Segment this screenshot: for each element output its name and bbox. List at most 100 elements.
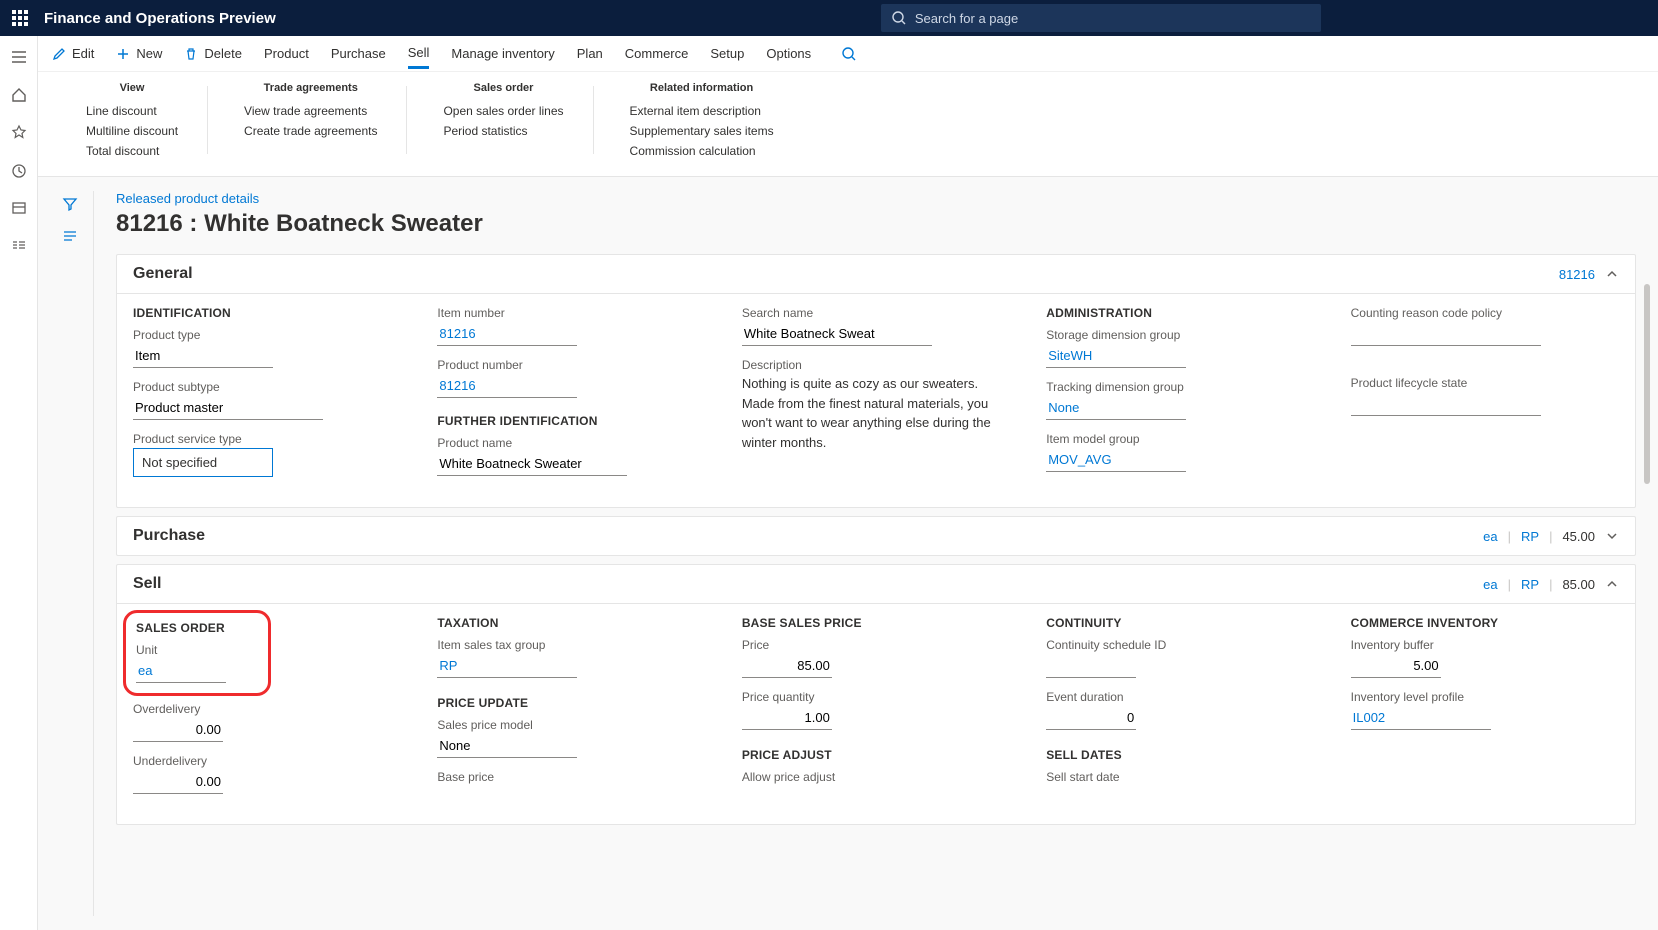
label-item-tax: Item sales tax group — [437, 638, 705, 652]
link-commission[interactable]: Commission calculation — [630, 144, 774, 158]
input-item-number[interactable] — [437, 322, 577, 346]
purchase-group: RP — [1521, 529, 1539, 544]
card-header-general[interactable]: General 81216 — [117, 255, 1635, 293]
modules-icon[interactable] — [10, 238, 28, 256]
link-period-stats[interactable]: Period statistics — [443, 124, 563, 138]
purchase-unit: ea — [1483, 529, 1497, 544]
input-product-number[interactable] — [437, 374, 577, 398]
link-multiline-discount[interactable]: Multiline discount — [86, 124, 178, 138]
link-create-trade[interactable]: Create trade agreements — [244, 124, 377, 138]
input-service-type[interactable]: Not specified — [133, 448, 273, 477]
label-counting-reason: Counting reason code policy — [1351, 306, 1619, 320]
sell-hdr-price: 85.00 — [1562, 577, 1595, 592]
input-product-type[interactable] — [133, 344, 273, 368]
input-price[interactable] — [742, 654, 832, 678]
sec-sales-order: SALES ORDER — [136, 621, 258, 635]
label-search-name: Search name — [742, 306, 1010, 320]
input-product-subtype[interactable] — [133, 396, 323, 420]
tab-setup[interactable]: Setup — [710, 46, 744, 61]
home-icon[interactable] — [10, 86, 28, 104]
workspace-icon[interactable] — [10, 200, 28, 218]
tab-plan[interactable]: Plan — [577, 46, 603, 61]
section-title-purchase: Purchase — [133, 527, 1483, 545]
label-storage-dim: Storage dimension group — [1046, 328, 1314, 342]
label-inventory-level: Inventory level profile — [1351, 690, 1619, 704]
card-header-sell[interactable]: Sell ea | RP | 85.00 — [117, 565, 1635, 603]
chevron-up-icon — [1605, 267, 1619, 281]
link-open-sales-lines[interactable]: Open sales order lines — [443, 104, 563, 118]
input-inventory-level[interactable] — [1351, 706, 1491, 730]
tab-purchase[interactable]: Purchase — [331, 46, 386, 61]
star-icon[interactable] — [10, 124, 28, 142]
label-base-price: Base price — [437, 770, 705, 784]
link-line-discount[interactable]: Line discount — [86, 104, 178, 118]
tab-options[interactable]: Options — [766, 46, 811, 61]
delete-label: Delete — [204, 46, 242, 61]
new-label: New — [136, 46, 162, 61]
filter-icon[interactable] — [61, 195, 79, 213]
sec-taxation: TAXATION — [437, 616, 705, 630]
tab-product[interactable]: Product — [264, 46, 309, 61]
app-header: Finance and Operations Preview — [0, 0, 1658, 36]
new-button[interactable]: New — [116, 46, 162, 61]
chevron-down-icon — [1605, 529, 1619, 543]
card-sell: Sell ea | RP | 85.00 SA — [116, 564, 1636, 825]
tab-commerce[interactable]: Commerce — [625, 46, 689, 61]
sec-administration: ADMINISTRATION — [1046, 306, 1314, 320]
label-product-name: Product name — [437, 436, 705, 450]
waffle-icon[interactable] — [12, 10, 28, 26]
input-inventory-buffer[interactable] — [1351, 654, 1441, 678]
search-input[interactable] — [881, 4, 1321, 32]
input-search-name[interactable] — [742, 322, 932, 346]
input-schedule-id[interactable] — [1046, 654, 1136, 678]
purchase-price: 45.00 — [1562, 529, 1595, 544]
link-total-discount[interactable]: Total discount — [86, 144, 178, 158]
delete-button[interactable]: Delete — [184, 46, 242, 61]
input-counting-reason[interactable] — [1351, 322, 1541, 346]
tab-sell[interactable]: Sell — [408, 45, 430, 69]
label-schedule-id: Continuity schedule ID — [1046, 638, 1314, 652]
input-overdelivery[interactable] — [133, 718, 223, 742]
label-event-duration: Event duration — [1046, 690, 1314, 704]
link-supplementary[interactable]: Supplementary sales items — [630, 124, 774, 138]
input-item-model[interactable] — [1046, 448, 1186, 472]
label-product-type: Product type — [133, 328, 401, 342]
input-price-qty[interactable] — [742, 706, 832, 730]
sec-price-adjust: PRICE ADJUST — [742, 748, 1010, 762]
card-header-purchase[interactable]: Purchase ea | RP | 45.00 — [117, 517, 1635, 555]
input-sales-price-model[interactable] — [437, 734, 577, 758]
app-title: Finance and Operations Preview — [44, 10, 276, 27]
search-icon — [891, 10, 907, 26]
left-nav-rail — [0, 36, 38, 930]
sec-sell-dates: SELL DATES — [1046, 748, 1314, 762]
action-bar: Edit New Delete Product Purchase Sell Ma… — [38, 36, 1658, 72]
section-title-sell: Sell — [133, 575, 1483, 593]
input-tracking-dim[interactable] — [1046, 396, 1186, 420]
input-item-tax[interactable] — [437, 654, 577, 678]
card-general: General 81216 IDENTIFICATION Product typ… — [116, 254, 1636, 508]
input-storage-dim[interactable] — [1046, 344, 1186, 368]
label-tracking-dim: Tracking dimension group — [1046, 380, 1314, 394]
tab-manage-inventory[interactable]: Manage inventory — [451, 46, 554, 61]
edit-button[interactable]: Edit — [52, 46, 94, 61]
pencil-icon — [52, 47, 66, 61]
related-info-icon[interactable] — [61, 227, 79, 245]
breadcrumb[interactable]: Released product details — [116, 191, 1636, 206]
edit-label: Edit — [72, 46, 94, 61]
card-purchase: Purchase ea | RP | 45.00 — [116, 516, 1636, 556]
clock-icon[interactable] — [10, 162, 28, 180]
sec-base-sales-price: BASE SALES PRICE — [742, 616, 1010, 630]
sell-hdr-unit: ea — [1483, 577, 1497, 592]
input-product-name[interactable] — [437, 452, 627, 476]
hamburger-icon[interactable] — [10, 48, 28, 66]
input-event-duration[interactable] — [1046, 706, 1136, 730]
link-external-item[interactable]: External item description — [630, 104, 774, 118]
scrollbar[interactable] — [1644, 284, 1650, 484]
link-view-trade[interactable]: View trade agreements — [244, 104, 377, 118]
sub-ribbon: View Line discount Multiline discount To… — [38, 72, 1658, 177]
input-lifecycle[interactable] — [1351, 392, 1541, 416]
highlight-sales-order-unit: SALES ORDER Unit — [123, 610, 271, 696]
input-unit[interactable] — [136, 659, 226, 683]
search-icon[interactable] — [841, 46, 857, 62]
input-underdelivery[interactable] — [133, 770, 223, 794]
